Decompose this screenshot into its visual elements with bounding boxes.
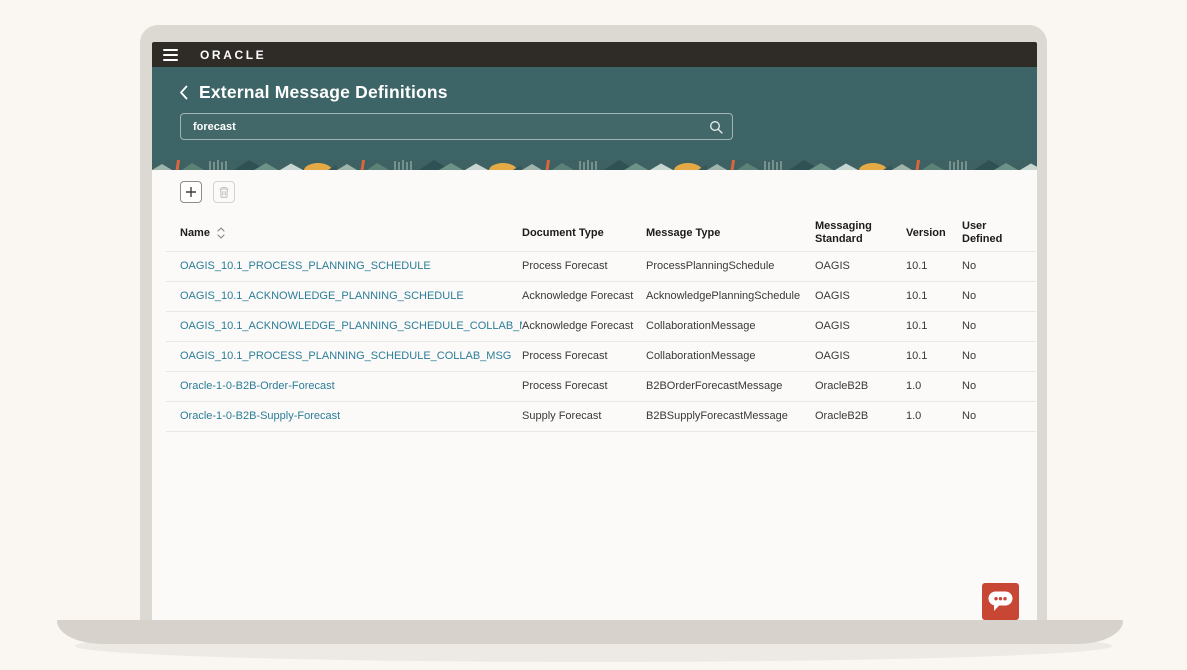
chat-bubble-icon bbox=[988, 591, 1013, 612]
table-row[interactable]: Oracle-1-0-B2B-Order-Forecast Process Fo… bbox=[166, 371, 1036, 401]
cell-version: 10.1 bbox=[906, 341, 962, 371]
cell-version: 1.0 bbox=[906, 401, 962, 431]
cell-user-defined: No bbox=[962, 311, 1036, 341]
app-window: ORACLE External Message Definitions bbox=[152, 42, 1037, 620]
trash-icon bbox=[218, 186, 230, 199]
cell-version: 1.0 bbox=[906, 371, 962, 401]
cell-document-type: Supply Forecast bbox=[522, 401, 646, 431]
search-icon bbox=[709, 120, 723, 134]
cell-message-type: AcknowledgePlanningSchedule bbox=[646, 281, 815, 311]
column-label: Name bbox=[180, 227, 210, 240]
table-row[interactable]: OAGIS_10.1_ACKNOWLEDGE_PLANNING_SCHEDULE… bbox=[166, 281, 1036, 311]
search-button[interactable] bbox=[700, 114, 732, 139]
cell-messaging-standard: OAGIS bbox=[815, 341, 906, 371]
column-header-version: Version bbox=[906, 216, 962, 251]
search-box bbox=[180, 113, 733, 140]
laptop-base bbox=[57, 620, 1123, 644]
message-definition-link[interactable]: Oracle-1-0-B2B-Supply-Forecast bbox=[180, 410, 340, 422]
column-header-message-type: Message Type bbox=[646, 216, 815, 251]
plus-icon bbox=[185, 186, 197, 198]
table-header-row: Name Document Type Message Type Messagin… bbox=[166, 216, 1036, 251]
hamburger-menu-icon[interactable] bbox=[163, 49, 178, 61]
sort-icon bbox=[217, 227, 225, 239]
message-definition-link[interactable]: OAGIS_10.1_ACKNOWLEDGE_PLANNING_SCHEDULE bbox=[180, 290, 464, 302]
back-button[interactable] bbox=[179, 85, 188, 100]
chat-button[interactable] bbox=[982, 583, 1019, 620]
column-header-document-type: Document Type bbox=[522, 216, 646, 251]
laptop-mockup: ORACLE External Message Definitions bbox=[0, 0, 1187, 670]
delete-button[interactable] bbox=[213, 181, 235, 203]
cell-user-defined: No bbox=[962, 251, 1036, 281]
cell-messaging-standard: OAGIS bbox=[815, 281, 906, 311]
cell-document-type: Process Forecast bbox=[522, 371, 646, 401]
cell-user-defined: No bbox=[962, 281, 1036, 311]
table-row[interactable]: Oracle-1-0-B2B-Supply-Forecast Supply Fo… bbox=[166, 401, 1036, 431]
cell-document-type: Process Forecast bbox=[522, 251, 646, 281]
message-definitions-table: Name Document Type Message Type Messagin… bbox=[166, 216, 1036, 432]
decorative-banner-strip bbox=[152, 160, 1037, 170]
add-button[interactable] bbox=[180, 181, 202, 203]
table-row[interactable]: OAGIS_10.1_ACKNOWLEDGE_PLANNING_SCHEDULE… bbox=[166, 311, 1036, 341]
message-definition-link[interactable]: Oracle-1-0-B2B-Order-Forecast bbox=[180, 380, 335, 392]
message-definition-link[interactable]: OAGIS_10.1_ACKNOWLEDGE_PLANNING_SCHEDULE… bbox=[180, 320, 522, 332]
cell-messaging-standard: OAGIS bbox=[815, 251, 906, 281]
message-definition-link[interactable]: OAGIS_10.1_PROCESS_PLANNING_SCHEDULE_COL… bbox=[180, 350, 511, 362]
cell-messaging-standard: OracleB2B bbox=[815, 371, 906, 401]
cell-messaging-standard: OracleB2B bbox=[815, 401, 906, 431]
cell-version: 10.1 bbox=[906, 251, 962, 281]
results-panel: Name Document Type Message Type Messagin… bbox=[152, 170, 1037, 620]
table-row[interactable]: OAGIS_10.1_PROCESS_PLANNING_SCHEDULE Pro… bbox=[166, 251, 1036, 281]
page-title: External Message Definitions bbox=[199, 82, 448, 103]
column-header-user-defined: User Defined bbox=[962, 216, 1036, 251]
cell-message-type: B2BSupplyForecastMessage bbox=[646, 401, 815, 431]
cell-version: 10.1 bbox=[906, 281, 962, 311]
column-header-messaging-standard: Messaging Standard bbox=[815, 216, 906, 251]
cell-document-type: Acknowledge Forecast bbox=[522, 311, 646, 341]
cell-document-type: Acknowledge Forecast bbox=[522, 281, 646, 311]
page-banner: External Message Definitions bbox=[152, 67, 1037, 160]
cell-version: 10.1 bbox=[906, 311, 962, 341]
chevron-left-icon bbox=[179, 85, 188, 100]
cell-message-type: CollaborationMessage bbox=[646, 311, 815, 341]
cell-user-defined: No bbox=[962, 371, 1036, 401]
column-header-name[interactable]: Name bbox=[166, 216, 522, 251]
cell-user-defined: No bbox=[962, 341, 1036, 371]
table-row[interactable]: OAGIS_10.1_PROCESS_PLANNING_SCHEDULE_COL… bbox=[166, 341, 1036, 371]
search-input[interactable] bbox=[181, 114, 700, 139]
cell-message-type: CollaborationMessage bbox=[646, 341, 815, 371]
table-toolbar bbox=[180, 181, 235, 203]
oracle-logo[interactable]: ORACLE bbox=[200, 48, 266, 62]
message-definition-link[interactable]: OAGIS_10.1_PROCESS_PLANNING_SCHEDULE bbox=[180, 260, 431, 272]
cell-messaging-standard: OAGIS bbox=[815, 311, 906, 341]
cell-message-type: ProcessPlanningSchedule bbox=[646, 251, 815, 281]
cell-message-type: B2BOrderForecastMessage bbox=[646, 371, 815, 401]
cell-document-type: Process Forecast bbox=[522, 341, 646, 371]
global-header-bar: ORACLE bbox=[152, 42, 1037, 67]
table-body: OAGIS_10.1_PROCESS_PLANNING_SCHEDULE Pro… bbox=[166, 251, 1036, 431]
cell-user-defined: No bbox=[962, 401, 1036, 431]
